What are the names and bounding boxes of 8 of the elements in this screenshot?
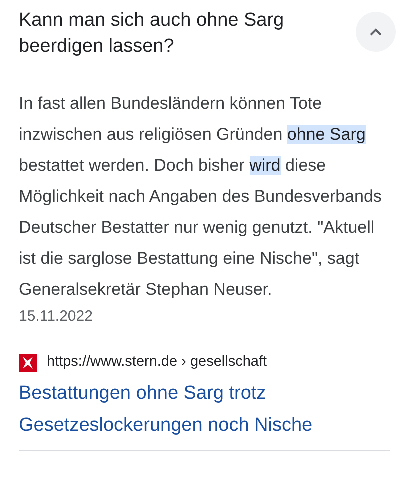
collapse-button[interactable] [356, 12, 396, 52]
answer-text: In fast allen Bundesländern können Tote inzwischen aus religiösen Gründen ohne Sarg bestattet werden. Doch bisher wird diese Möglichkeit nach Angaben des Bundesverbands Deutscher Bestatter nur wenig genutzt. "Aktuell ist die sarglose Bestattung eine Nische", sagt Generalsekretär Stephan Neuser. [19, 93, 383, 301]
chevron-icon [369, 28, 383, 36]
result-link[interactable]: Bestattungen ohne Sarg trotz Gesetzeslockerungen noch Nische [19, 378, 379, 442]
source-url: https://www.stern.de › gesellschaft [47, 353, 268, 372]
star-logo-icon [19, 354, 37, 372]
question-title: Kann man sich auch ohne Sarg beerdigen lassen? [19, 9, 286, 59]
answer-date: 15.11.2022 [19, 307, 94, 327]
